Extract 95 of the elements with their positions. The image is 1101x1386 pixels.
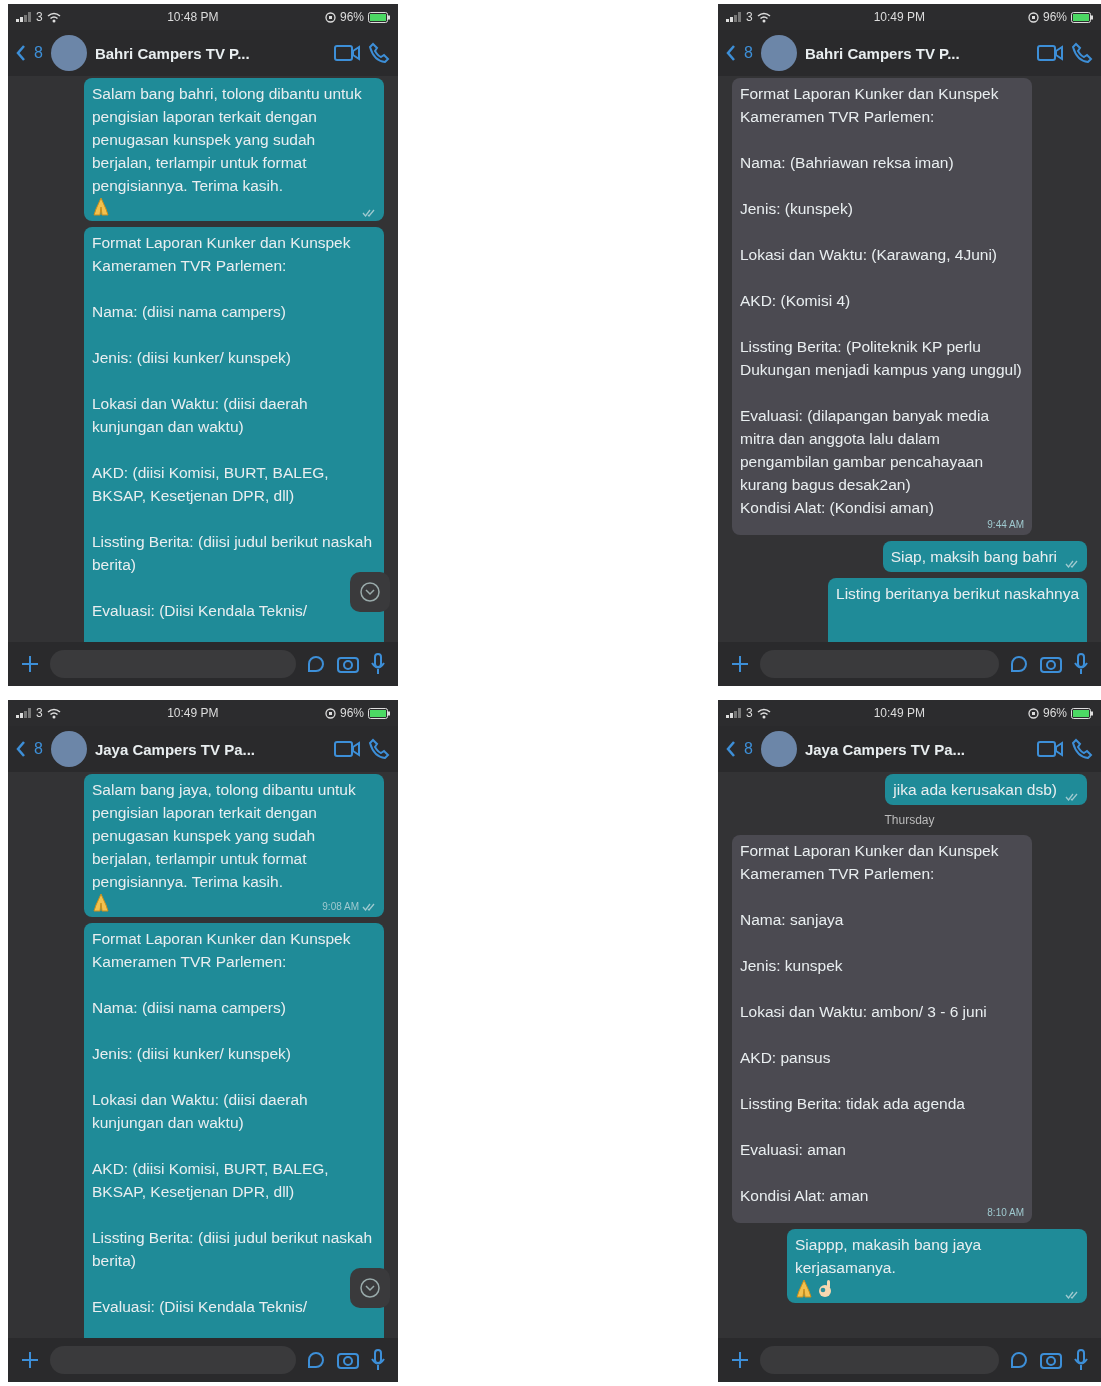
- back-icon[interactable]: [726, 740, 736, 758]
- battery-percent: 96%: [1042, 10, 1067, 24]
- camera-icon[interactable]: [1039, 654, 1063, 674]
- chevron-down-icon: [359, 1277, 381, 1299]
- clock-time: 10:49 PM: [872, 10, 926, 24]
- sent-message: Format Laporan Kunker dan Kunspek Kameramen TVR Parlemen: Nama: (diisi nama campers) Jenis: (diisi kunker/ kunspek) Lokasi dan Waktu: (diisi daerah kunjungan dan waktu) AKD: (diisi Komisi, BURT, BALEG, BKSAP, Kesetjenan DPR, dll) Lissting Berita: (diisi judul berikut naskah berita) Evaluasi: (Diisi Kendala Teknis/: [84, 227, 384, 642]
- scroll-down-button[interactable]: [350, 572, 390, 612]
- microphone-icon[interactable]: [370, 653, 386, 675]
- sent-message: Salam bang bahri, tolong dibantu untuk pengisian laporan terkait dengan penugasan kunspek yang sudah berjalan, terlampir untuk format pengisiannya. Terima kasih.: [84, 78, 384, 221]
- unread-count[interactable]: 8: [744, 740, 753, 758]
- wifi-icon: [756, 11, 771, 23]
- phone-call-icon[interactable]: [1071, 42, 1093, 64]
- battery-percent: 96%: [339, 706, 364, 720]
- signal-icon: [16, 708, 32, 718]
- battery-icon: [368, 11, 390, 23]
- video-call-icon[interactable]: [334, 44, 360, 62]
- folded-hands-icon: [92, 197, 110, 217]
- microphone-icon[interactable]: [1073, 1349, 1089, 1371]
- message-time: 9:08 AM: [322, 901, 359, 913]
- camera-icon[interactable]: [1039, 1350, 1063, 1370]
- microphone-icon[interactable]: [1073, 653, 1089, 675]
- rotation-lock-icon: [1027, 11, 1039, 23]
- message-time: 8:10 AM: [987, 1207, 1024, 1219]
- battery-icon: [1071, 707, 1093, 719]
- received-message: Format Laporan Kunker dan Kunspek Kameramen TVR Parlemen: Nama: sanjaya Jenis: kunspek Lokasi dan Waktu: ambon/ 3 - 6 juni AKD: pansus Lissting Berita: tidak ada agenda Evaluasi: aman Kondisi Alat: aman 8:10 AM: [732, 835, 1032, 1223]
- rotation-lock-icon: [324, 707, 336, 719]
- date-divider: Thursday: [884, 812, 935, 829]
- back-icon[interactable]: [16, 44, 26, 62]
- signal-icon: [726, 12, 742, 22]
- sent-message: Listing beritanya berikut naskahnya: [828, 578, 1087, 642]
- carrier-name: 3: [746, 706, 753, 720]
- double-check-icon: [1065, 793, 1079, 801]
- avatar[interactable]: [50, 35, 87, 71]
- avatar[interactable]: [50, 731, 87, 767]
- battery-percent: 96%: [1042, 706, 1067, 720]
- carrier-name: 3: [746, 10, 753, 24]
- back-icon[interactable]: [726, 44, 736, 62]
- sticker-icon[interactable]: [306, 654, 326, 674]
- sticker-icon[interactable]: [1009, 1350, 1029, 1370]
- camera-icon[interactable]: [336, 1350, 360, 1370]
- sent-message: Siap, maksih bang bahri: [882, 541, 1087, 572]
- camera-icon[interactable]: [336, 654, 360, 674]
- sticker-icon[interactable]: [1009, 654, 1029, 674]
- clock-time: 10:48 PM: [166, 10, 220, 24]
- plus-icon[interactable]: [20, 1350, 40, 1370]
- sticker-icon[interactable]: [306, 1350, 326, 1370]
- plus-icon[interactable]: [730, 1350, 750, 1370]
- wifi-icon: [756, 707, 771, 719]
- chevron-down-icon: [359, 581, 381, 603]
- avatar[interactable]: [760, 35, 797, 71]
- video-call-icon[interactable]: [1037, 740, 1063, 758]
- signal-icon: [16, 12, 32, 22]
- wifi-icon: [46, 11, 61, 23]
- carrier-name: 3: [36, 10, 43, 24]
- phone-call-icon[interactable]: [368, 738, 390, 760]
- unread-count[interactable]: 8: [34, 44, 43, 62]
- battery-icon: [1071, 11, 1093, 23]
- video-call-icon[interactable]: [1037, 44, 1063, 62]
- folded-hands-icon: [92, 893, 110, 913]
- double-check-icon: [362, 903, 376, 911]
- double-check-icon: [1065, 1291, 1079, 1299]
- signal-icon: [726, 708, 742, 718]
- contact-name[interactable]: Bahri Campers TV P...: [804, 44, 1029, 62]
- message-time: 9:44 AM: [987, 519, 1024, 531]
- scroll-down-button[interactable]: [350, 1268, 390, 1308]
- plus-icon[interactable]: [20, 654, 40, 674]
- rotation-lock-icon: [1027, 707, 1039, 719]
- double-check-icon: [1065, 560, 1079, 568]
- back-icon[interactable]: [16, 740, 26, 758]
- sent-message: jika ada kerusakan dsb): [885, 774, 1087, 805]
- clock-time: 10:49 PM: [166, 706, 220, 720]
- phone-call-icon[interactable]: [1071, 738, 1093, 760]
- folded-hands-icon: [795, 1279, 813, 1299]
- contact-name[interactable]: Bahri Campers TV P...: [94, 44, 326, 62]
- microphone-icon[interactable]: [370, 1349, 386, 1371]
- unread-count[interactable]: 8: [744, 44, 753, 62]
- carrier-name: 3: [36, 706, 43, 720]
- sent-message: Salam bang jaya, tolong dibantu untuk pengisian laporan terkait dengan penugasan kunspek yang sudah berjalan, terlampir untuk format pengisiannya. Terima kasih. 9:08 AM: [84, 774, 384, 917]
- video-call-icon[interactable]: [334, 740, 360, 758]
- clock-time: 10:49 PM: [872, 706, 926, 720]
- plus-icon[interactable]: [730, 654, 750, 674]
- contact-name[interactable]: Jaya Campers TV Pa...: [804, 740, 1029, 758]
- double-check-icon: [362, 209, 376, 217]
- sent-message: Format Laporan Kunker dan Kunspek Kameramen TVR Parlemen: Nama: (diisi nama campers) Jenis: (diisi kunker/ kunspek) Lokasi dan Waktu: (diisi daerah kunjungan dan waktu) AKD: (diisi Komisi, BURT, BALEG, BKSAP, Kesetjenan DPR, dll) Lissting Berita: (diisi judul berikut naskah berita) Evaluasi: (Diisi Kendala Teknis/: [84, 923, 384, 1338]
- wifi-icon: [46, 707, 61, 719]
- received-message: Format Laporan Kunker dan Kunspek Kameramen TVR Parlemen: Nama: (Bahriawan reksa iman) Jenis: (kunspek) Lokasi dan Waktu: (Karawang, 4Juni) AKD: (Komisi 4) Lissting Berita: (Politeknik KP perlu Dukungan menjadi kampus yang unggul) Evaluasi: (dilapangan banyak media mitra dan anggota lalu dalam pengambilan gambar pencahayaan kurang bagus desak2an) Kondisi Alat: (Kondisi aman) 9:44 AM: [732, 78, 1032, 535]
- rotation-lock-icon: [324, 11, 336, 23]
- phone-call-icon[interactable]: [368, 42, 390, 64]
- sent-message: Siappp, makasih bang jaya kerjasamanya.: [787, 1229, 1087, 1303]
- avatar[interactable]: [760, 731, 797, 767]
- contact-name[interactable]: Jaya Campers TV Pa...: [94, 740, 326, 758]
- battery-percent: 96%: [339, 10, 364, 24]
- ok-hand-icon: [816, 1279, 834, 1299]
- battery-icon: [368, 707, 390, 719]
- unread-count[interactable]: 8: [34, 740, 43, 758]
